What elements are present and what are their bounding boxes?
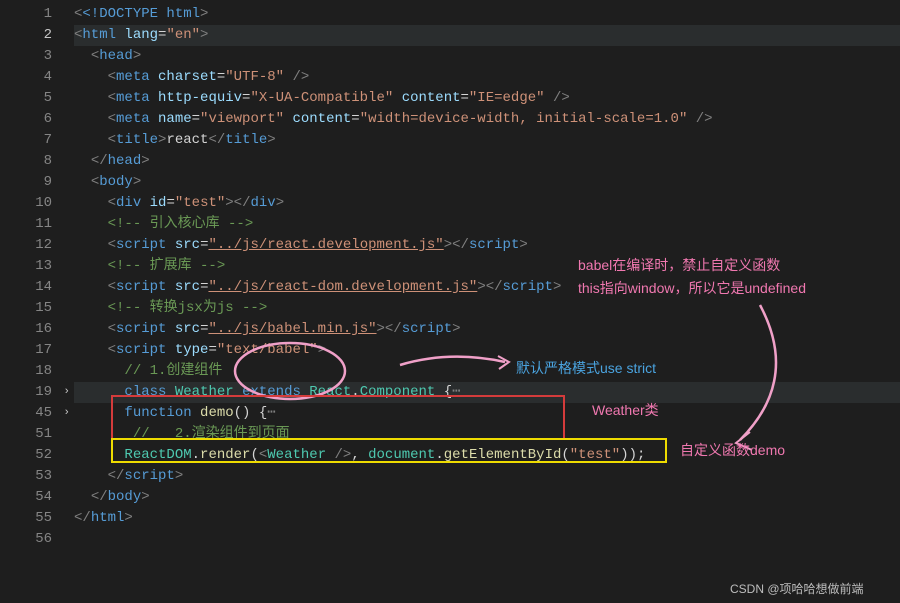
line-number: 7 xyxy=(0,130,60,151)
line-number: 45› xyxy=(0,403,60,424)
line-number: 12 xyxy=(0,235,60,256)
line-number: 14 xyxy=(0,277,60,298)
line-number: 17 xyxy=(0,340,60,361)
line-gutter: 12345678910111213141516171819›45›5152535… xyxy=(0,0,60,603)
line-number: 52 xyxy=(0,445,60,466)
line-number: 15 xyxy=(0,298,60,319)
line-number: 5 xyxy=(0,88,60,109)
line-number: 56 xyxy=(0,529,60,550)
line-number: 4 xyxy=(0,67,60,88)
line-number: 54 xyxy=(0,487,60,508)
line-number: 8 xyxy=(0,151,60,172)
line-number: 53 xyxy=(0,466,60,487)
line-number: 18 xyxy=(0,361,60,382)
line-number: 1 xyxy=(0,4,60,25)
line-number: 55 xyxy=(0,508,60,529)
line-number: 6 xyxy=(0,109,60,130)
code-editor[interactable]: 12345678910111213141516171819›45›5152535… xyxy=(0,0,900,603)
line-number: 19› xyxy=(0,382,60,403)
line-number: 9 xyxy=(0,172,60,193)
line-number: 13 xyxy=(0,256,60,277)
code-area[interactable]: <<!DOCTYPE html> <html lang="en"> <head>… xyxy=(60,0,900,603)
line-number: 11 xyxy=(0,214,60,235)
line-number: 2 xyxy=(0,25,60,46)
line-number: 16 xyxy=(0,319,60,340)
line-number: 51 xyxy=(0,424,60,445)
line-number: 10 xyxy=(0,193,60,214)
line-number: 3 xyxy=(0,46,60,67)
